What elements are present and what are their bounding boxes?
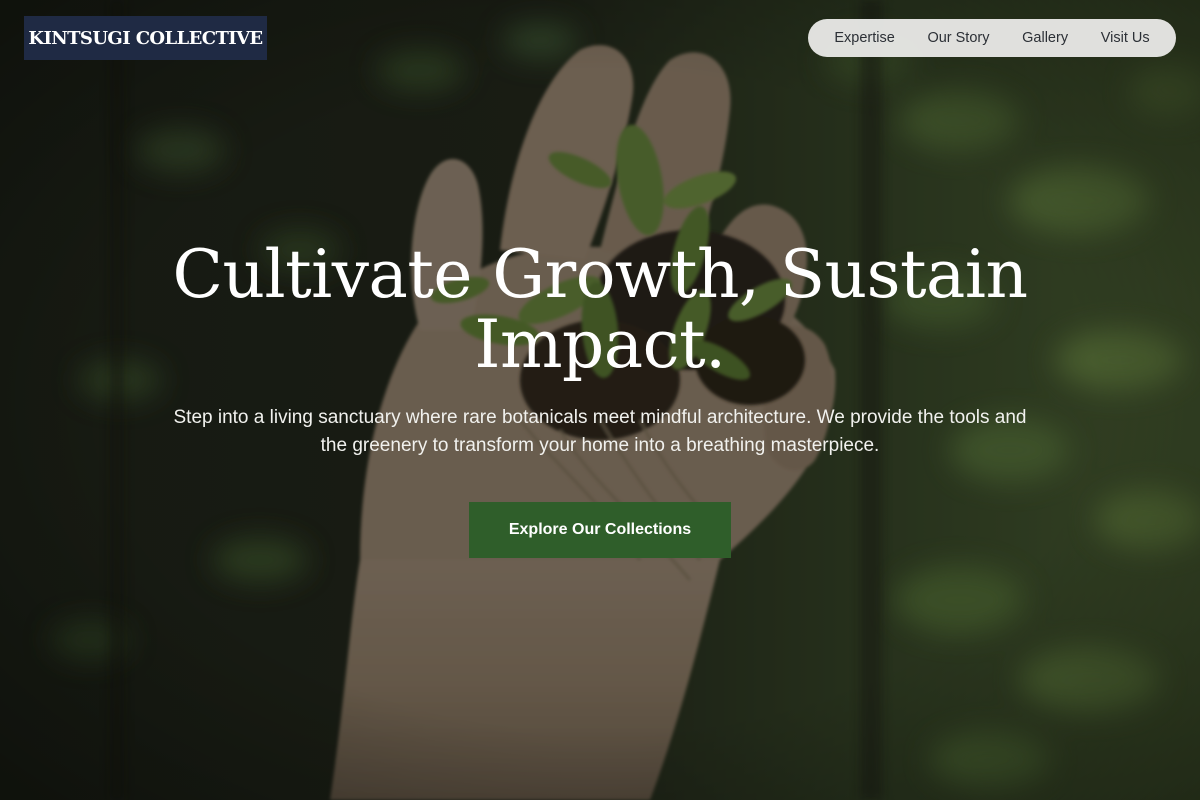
hero-title: Cultivate Growth, Sustain Impact. bbox=[172, 236, 1028, 383]
brand-logo[interactable]: KINTSUGI COLLECTIVE bbox=[24, 16, 267, 60]
hero-section: Cultivate Growth, Sustain Impact. Step i… bbox=[0, 240, 1200, 558]
main-nav: Expertise Our Story Gallery Visit Us bbox=[808, 19, 1176, 57]
nav-item-gallery[interactable]: Gallery bbox=[1016, 26, 1074, 50]
hero-subtitle: Step into a living sanctuary where rare … bbox=[173, 407, 1027, 456]
nav-item-our-story[interactable]: Our Story bbox=[921, 26, 995, 50]
explore-collections-button[interactable]: Explore Our Collections bbox=[469, 502, 731, 558]
nav-item-expertise[interactable]: Expertise bbox=[828, 26, 900, 50]
nav-item-visit-us[interactable]: Visit Us bbox=[1095, 26, 1156, 50]
brand-name: KINTSUGI COLLECTIVE bbox=[28, 27, 263, 49]
